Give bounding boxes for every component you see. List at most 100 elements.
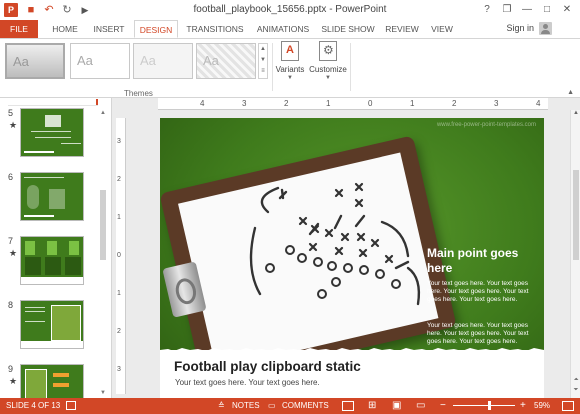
avatar-icon[interactable] bbox=[539, 22, 552, 35]
help-button[interactable]: ? bbox=[478, 2, 496, 17]
body-paragraph-1[interactable]: Your text goes here. Your text goes here… bbox=[427, 280, 535, 305]
slide-show-icon[interactable]: ▭ bbox=[416, 401, 425, 411]
chevron-down-icon: ▼ bbox=[287, 75, 293, 81]
slide-thumbnail-6[interactable] bbox=[20, 172, 84, 221]
ruler-number: 0 bbox=[117, 252, 121, 259]
spelling-icon[interactable] bbox=[66, 401, 76, 410]
defender-x bbox=[354, 182, 364, 192]
tab-review[interactable]: REVIEW bbox=[382, 20, 422, 38]
variants-icon bbox=[281, 41, 299, 61]
ribbon-separator bbox=[350, 43, 351, 91]
offense-player-o bbox=[375, 269, 385, 279]
zoom-slider[interactable] bbox=[453, 405, 515, 406]
defender-x bbox=[340, 232, 350, 242]
scrollbar-thumb[interactable] bbox=[100, 190, 106, 260]
zoom-level[interactable]: 59% bbox=[534, 401, 550, 411]
thumbnail-title bbox=[24, 215, 54, 217]
tab-view[interactable]: VIEW bbox=[426, 20, 458, 38]
zoom-out-button[interactable]: − bbox=[440, 401, 446, 411]
theme-3[interactable]: Aa bbox=[133, 43, 193, 79]
ruler-number: 4 bbox=[536, 99, 541, 108]
animation-star-icon: ★ bbox=[9, 120, 18, 130]
reading-view-icon[interactable]: ▣ bbox=[392, 401, 401, 411]
customize-label: Customize bbox=[309, 65, 347, 74]
play-route bbox=[278, 188, 288, 200]
collapse-ribbon-icon[interactable]: ▲ bbox=[567, 89, 574, 96]
slide-sorter-icon[interactable]: ⊞ bbox=[368, 401, 376, 411]
theme-sample-text: Aa bbox=[203, 53, 219, 68]
body-paragraph-2[interactable]: Your text goes here. Your text goes here… bbox=[427, 322, 535, 347]
zoom-in-button[interactable]: + bbox=[520, 401, 526, 411]
next-slide-icon[interactable]: ⏷ bbox=[571, 387, 580, 394]
sign-in-link[interactable]: Sign in bbox=[506, 23, 534, 33]
variants-label: Variants bbox=[275, 65, 305, 74]
play-route bbox=[380, 220, 410, 258]
offense-player-o bbox=[265, 263, 275, 273]
animation-star-icon: ★ bbox=[9, 376, 18, 386]
slide-title[interactable]: Football play clipboard static bbox=[174, 359, 361, 374]
scroll-down-icon[interactable]: ▼ bbox=[99, 390, 107, 396]
customize-button[interactable]: Customize ▼ bbox=[308, 41, 348, 81]
tab-file[interactable]: FILE bbox=[0, 20, 38, 38]
variants-button[interactable]: Variants ▼ bbox=[274, 41, 306, 81]
theme-gallery-scroll[interactable]: ▲ ▼ ≡ bbox=[258, 43, 268, 79]
defender-x bbox=[308, 242, 318, 252]
tab-slide-show[interactable]: SLIDE SHOW bbox=[320, 20, 376, 38]
slide-number: 5 bbox=[8, 108, 14, 118]
scrollbar-thumb[interactable] bbox=[573, 170, 579, 260]
theme-2[interactable]: Aa bbox=[70, 43, 130, 79]
thumbnail-scrollbar[interactable]: ▲ ▼ bbox=[99, 110, 107, 396]
minimize-button[interactable]: — bbox=[518, 2, 536, 17]
thumbnail-graphic bbox=[45, 115, 61, 127]
theme-4[interactable]: Aa bbox=[196, 43, 256, 79]
defender-x bbox=[334, 188, 344, 198]
thumbnail-graphic bbox=[47, 241, 57, 255]
play-route bbox=[249, 226, 262, 296]
tab-insert[interactable]: INSERT bbox=[88, 20, 130, 38]
ribbon-separator bbox=[272, 43, 273, 91]
scroll-up-icon[interactable]: ▲ bbox=[571, 110, 580, 116]
notes-icon: ≙ bbox=[218, 401, 225, 410]
thumbnail-line bbox=[31, 131, 71, 132]
tab-transitions[interactable]: TRANSITIONS bbox=[184, 20, 246, 38]
fit-slide-icon[interactable] bbox=[562, 401, 574, 411]
thumbnail-line bbox=[25, 307, 45, 308]
slide-thumbnail-7[interactable] bbox=[20, 236, 84, 285]
vertical-ruler: 3 2 1 0 1 2 3 bbox=[116, 118, 126, 394]
tab-animations[interactable]: ANIMATIONS bbox=[252, 20, 314, 38]
normal-view-icon[interactable] bbox=[342, 401, 354, 411]
slide-subtitle[interactable]: Your text goes here. Your text goes here… bbox=[175, 378, 320, 387]
editor-scrollbar[interactable]: ▲ ⏶ ⏷ bbox=[570, 110, 580, 398]
slide-thumbnail-9[interactable] bbox=[20, 364, 84, 398]
notes-button[interactable]: NOTES bbox=[232, 401, 260, 411]
ruler-number: 1 bbox=[326, 99, 331, 108]
thumbnail-graphic bbox=[53, 373, 69, 377]
play-route bbox=[406, 266, 421, 306]
tab-home[interactable]: HOME bbox=[46, 20, 84, 38]
thumbnail-title bbox=[24, 151, 54, 153]
slide-thumbnail-5[interactable] bbox=[20, 108, 84, 157]
chevron-down-icon: ▼ bbox=[325, 75, 331, 81]
play-route bbox=[260, 186, 280, 214]
comments-button[interactable]: COMMENTS bbox=[282, 401, 329, 411]
offense-player-o bbox=[317, 289, 327, 299]
ruler-number: 4 bbox=[200, 99, 205, 108]
close-button[interactable]: ✕ bbox=[558, 2, 576, 17]
defender-x bbox=[356, 232, 366, 242]
defender-x bbox=[384, 254, 394, 264]
thumbnail-graphic bbox=[45, 257, 61, 275]
slide-thumbnail-8[interactable] bbox=[20, 300, 84, 349]
theme-sample-text: Aa bbox=[140, 53, 156, 68]
slide-canvas[interactable]: www.free-power-point-templates.com Main … bbox=[160, 118, 544, 398]
maximize-button[interactable]: □ bbox=[538, 2, 556, 17]
scroll-up-icon[interactable]: ▲ bbox=[99, 110, 107, 116]
tab-design[interactable]: DESIGN bbox=[134, 20, 178, 38]
thumbnail-line bbox=[24, 177, 64, 178]
main-point-heading[interactable]: Main point goes here bbox=[427, 246, 537, 276]
theme-office[interactable]: Aa bbox=[5, 43, 65, 79]
ribbon-display-options-button[interactable]: ❐ bbox=[498, 2, 516, 17]
play-route bbox=[394, 260, 410, 270]
zoom-slider-handle[interactable] bbox=[488, 401, 491, 410]
previous-slide-icon[interactable]: ⏶ bbox=[571, 377, 580, 384]
defender-x bbox=[354, 198, 364, 208]
